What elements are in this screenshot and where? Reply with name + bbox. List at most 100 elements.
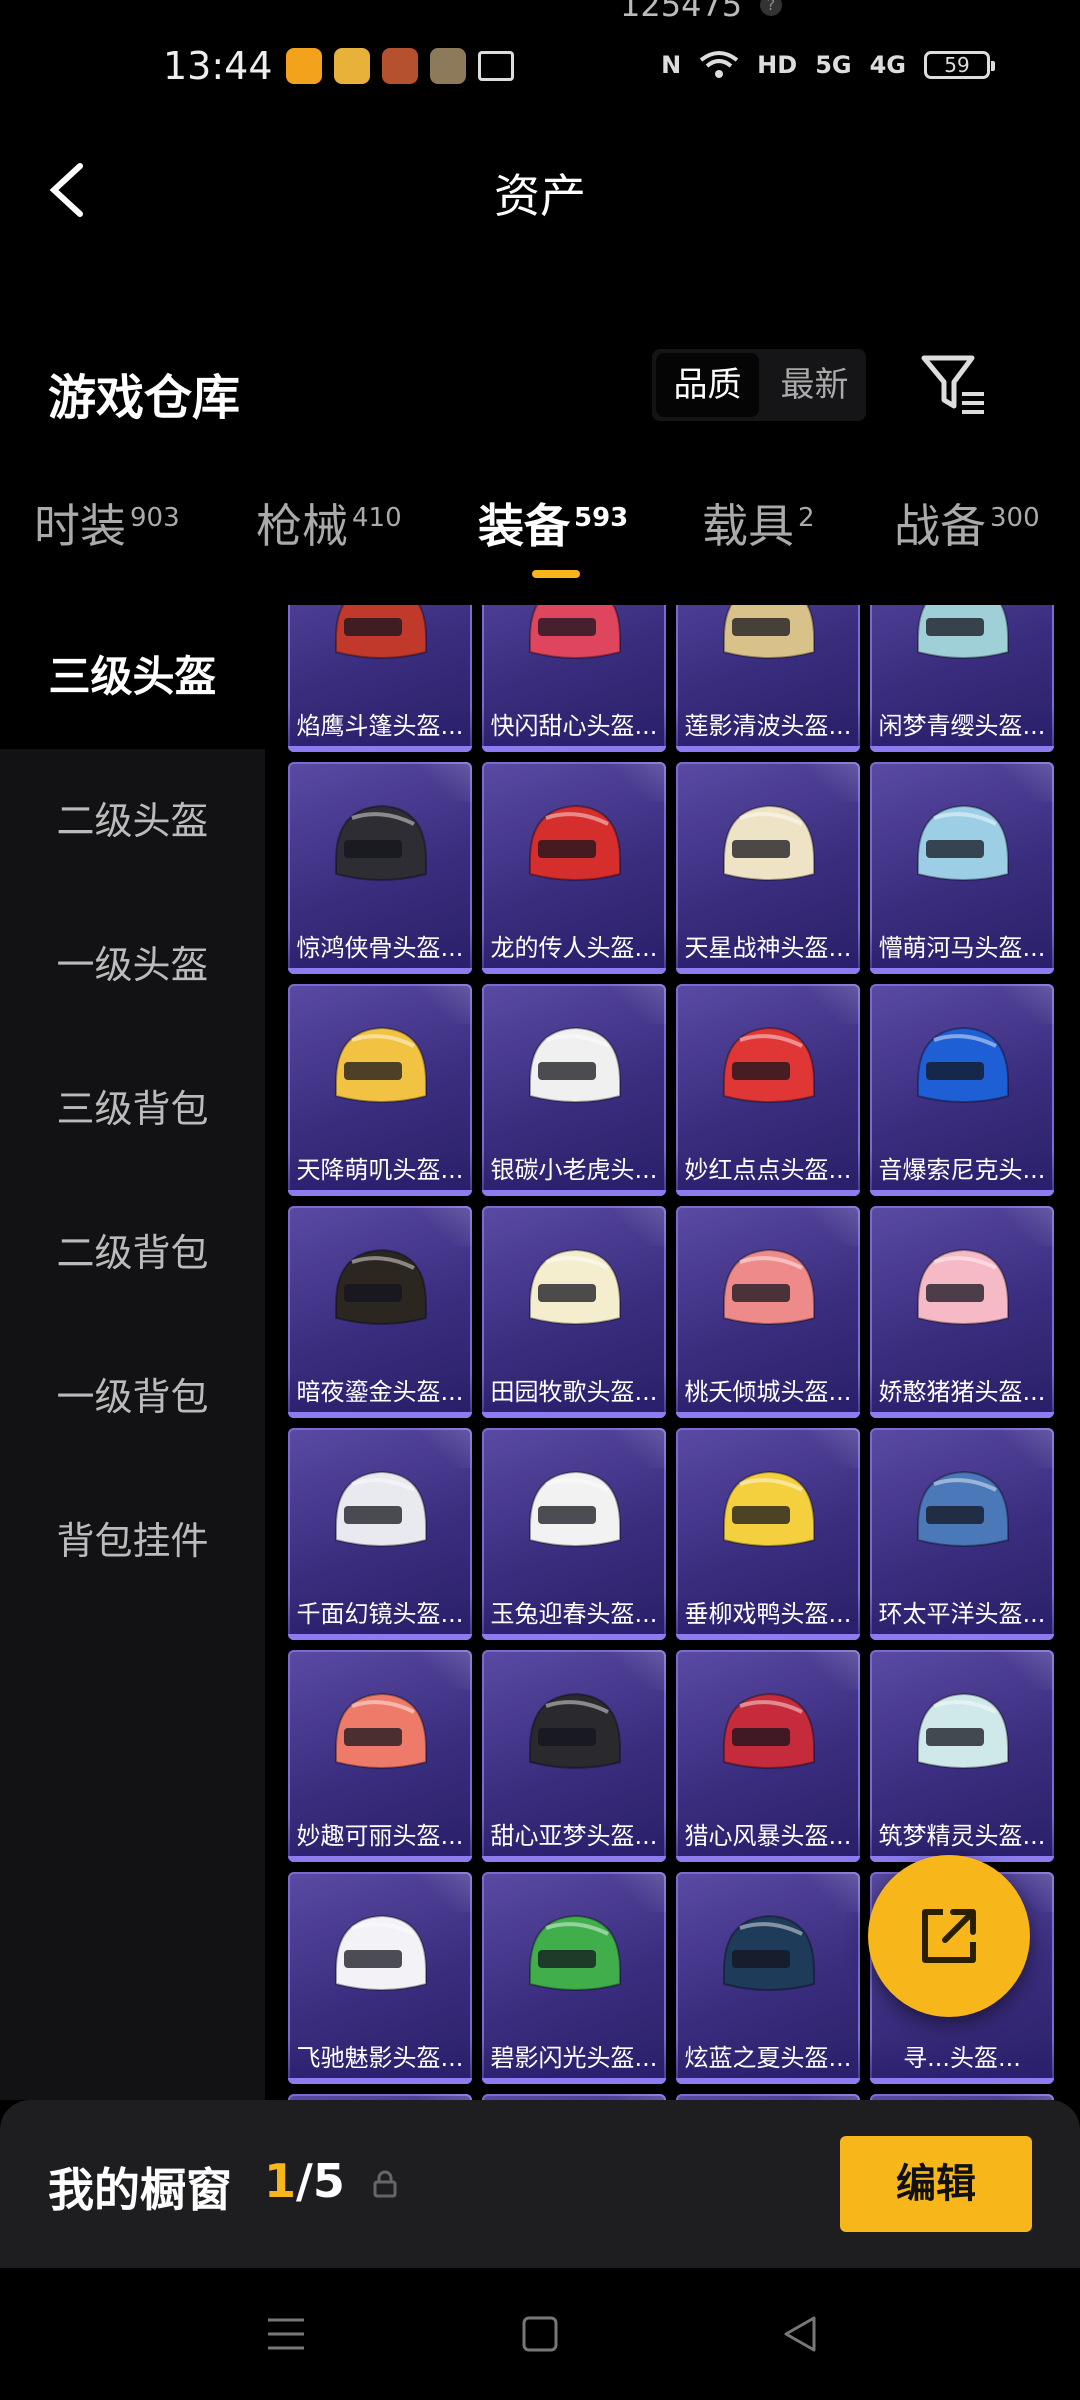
- helmet-icon: [723, 1692, 815, 1769]
- section-title: 游戏仓库: [48, 370, 241, 426]
- item-card[interactable]: 甜心亚梦头盔...: [482, 1650, 666, 1862]
- quality-bar: [870, 2078, 1054, 2084]
- item-card[interactable]: 懵萌河马头盔...: [870, 762, 1054, 974]
- item-card[interactable]: 桃夭倾城头盔...: [676, 1206, 860, 1418]
- helmet-icon: [335, 1470, 427, 1547]
- item-card[interactable]: 音爆索尼克头...: [870, 984, 1054, 1196]
- tab-label: 枪械: [256, 499, 348, 553]
- share-button[interactable]: [868, 1855, 1030, 2017]
- helmet-icon: [335, 1248, 427, 1325]
- edit-button[interactable]: 编辑: [840, 2136, 1032, 2232]
- item-card[interactable]: 炫蓝之夏头盔...: [676, 1872, 860, 2084]
- sort-latest-option[interactable]: 最新: [763, 349, 866, 421]
- item-card[interactable]: 暗夜鎏金头盔...: [288, 1206, 472, 1418]
- item-card[interactable]: 天星战神头盔...: [676, 762, 860, 974]
- item-card[interactable]: 妙趣可丽头盔...: [288, 1650, 472, 1862]
- item-name: 音爆索尼克头...: [870, 1150, 1054, 1190]
- tab-equipment[interactable]: 装备 593: [478, 490, 628, 556]
- helmet-icon: [917, 1470, 1009, 1547]
- item-name: 玉兔迎春头盔...: [482, 1594, 666, 1634]
- sidebar-item-level3-backpack[interactable]: 三级背包: [0, 1037, 265, 1181]
- tab-fashion[interactable]: 时装 903: [34, 490, 180, 556]
- helmet-icon: [529, 1914, 621, 1991]
- helmet-icon: [335, 605, 427, 659]
- signal-5g-icon: 5G: [815, 51, 852, 79]
- helmet-icon: [529, 1248, 621, 1325]
- active-tab-indicator: [532, 570, 580, 578]
- quality-bar: [288, 2078, 472, 2084]
- app-notification-icon: [334, 48, 370, 84]
- quality-bar: [676, 1856, 860, 1862]
- item-card[interactable]: 天降萌叽头盔...: [288, 984, 472, 1196]
- item-card[interactable]: 快闪甜心头盔...: [482, 605, 666, 752]
- helmet-icon: [723, 1470, 815, 1547]
- item-name: 田园牧歌头盔...: [482, 1372, 666, 1412]
- item-name: 环太平洋头盔...: [870, 1594, 1054, 1634]
- tab-vehicles[interactable]: 载具 2: [702, 490, 815, 556]
- item-card[interactable]: 焰鹰斗篷头盔...: [288, 605, 472, 752]
- sidebar: 三级头盔 二级头盔 一级头盔 三级背包 二级背包 一级背包 背包挂件: [0, 605, 265, 2100]
- item-card[interactable]: 垂柳戏鸭头盔...: [676, 1428, 860, 1640]
- quality-bar: [676, 2078, 860, 2084]
- back-triangle-icon[interactable]: [778, 2312, 822, 2356]
- filter-button[interactable]: [920, 354, 990, 416]
- tab-count: 300: [990, 502, 1040, 533]
- item-card[interactable]: 龙的传人头盔...: [482, 762, 666, 974]
- tab-count: 2: [798, 502, 815, 533]
- home-icon[interactable]: [518, 2312, 562, 2356]
- helmet-icon: [723, 605, 815, 659]
- item-card[interactable]: 环太平洋头盔...: [870, 1428, 1054, 1640]
- quality-bar: [676, 746, 860, 752]
- tab-supplies[interactable]: 战备 300: [894, 490, 1040, 556]
- helmet-icon: [529, 1470, 621, 1547]
- app-notification-icon: [382, 48, 418, 84]
- item-card[interactable]: 惊鸿侠骨头盔...: [288, 762, 472, 974]
- sidebar-item-level2-backpack[interactable]: 二级背包: [0, 1181, 265, 1325]
- sidebar-item-level3-helmet[interactable]: 三级头盔: [0, 605, 265, 749]
- quality-bar: [288, 1634, 472, 1640]
- quality-bar: [870, 1412, 1054, 1418]
- helmet-icon: [917, 1248, 1009, 1325]
- item-card[interactable]: 闲梦青缨头盔...: [870, 605, 1054, 752]
- quality-bar: [288, 1412, 472, 1418]
- item-name: 甜心亚梦头盔...: [482, 1816, 666, 1856]
- item-card[interactable]: 莲影清波头盔...: [676, 605, 860, 752]
- showcase-label: 我的橱窗: [48, 2163, 232, 2217]
- menu-icon[interactable]: [264, 2312, 308, 2356]
- helmet-icon: [335, 1026, 427, 1103]
- item-card[interactable]: 碧影闪光头盔...: [482, 1872, 666, 2084]
- item-card[interactable]: 田园牧歌头盔...: [482, 1206, 666, 1418]
- item-card[interactable]: 玉兔迎春头盔...: [482, 1428, 666, 1640]
- category-tabs: 时装 903 枪械 410 装备 593 载具 2 战备 300: [0, 490, 1080, 580]
- item-name: 银碳小老虎头...: [482, 1150, 666, 1190]
- item-card[interactable]: 银碳小老虎头...: [482, 984, 666, 1196]
- item-name: 猎心风暴头盔...: [676, 1816, 860, 1856]
- sort-quality-option[interactable]: 品质: [656, 353, 759, 417]
- sidebar-item-level1-helmet[interactable]: 一级头盔: [0, 893, 265, 1037]
- item-name: 焰鹰斗篷头盔...: [288, 706, 472, 746]
- sidebar-item-level2-helmet[interactable]: 二级头盔: [0, 749, 265, 893]
- quality-bar: [482, 746, 666, 752]
- item-card[interactable]: 妙红点点头盔...: [676, 984, 860, 1196]
- tab-count: 593: [574, 502, 629, 533]
- quality-bar: [482, 1412, 666, 1418]
- item-card[interactable]: 千面幻镜头盔...: [288, 1428, 472, 1640]
- status-bar: 125475 ? 13:44 N HD 5G 4G 59: [0, 0, 1080, 130]
- item-name: 筑梦精灵头盔...: [870, 1816, 1054, 1856]
- item-name: 懵萌河马头盔...: [870, 928, 1054, 968]
- item-name: 惊鸿侠骨头盔...: [288, 928, 472, 968]
- item-card[interactable]: 猎心风暴头盔...: [676, 1650, 860, 1862]
- quality-bar: [870, 1190, 1054, 1196]
- item-card[interactable]: 娇憨猪猪头盔...: [870, 1206, 1054, 1418]
- helmet-icon: [529, 804, 621, 881]
- item-card[interactable]: 筑梦精灵头盔...: [870, 1650, 1054, 1862]
- tab-guns[interactable]: 枪械 410: [256, 490, 402, 556]
- top-number: 125475: [620, 0, 743, 24]
- sidebar-item-level1-backpack[interactable]: 一级背包: [0, 1325, 265, 1469]
- sidebar-item-backpack-pendant[interactable]: 背包挂件: [0, 1469, 265, 1613]
- helmet-icon: [723, 1026, 815, 1103]
- item-card[interactable]: 飞驰魅影头盔...: [288, 1872, 472, 2084]
- mail-icon: [478, 51, 514, 81]
- item-name: 妙红点点头盔...: [676, 1150, 860, 1190]
- tab-label: 时装: [34, 499, 126, 553]
